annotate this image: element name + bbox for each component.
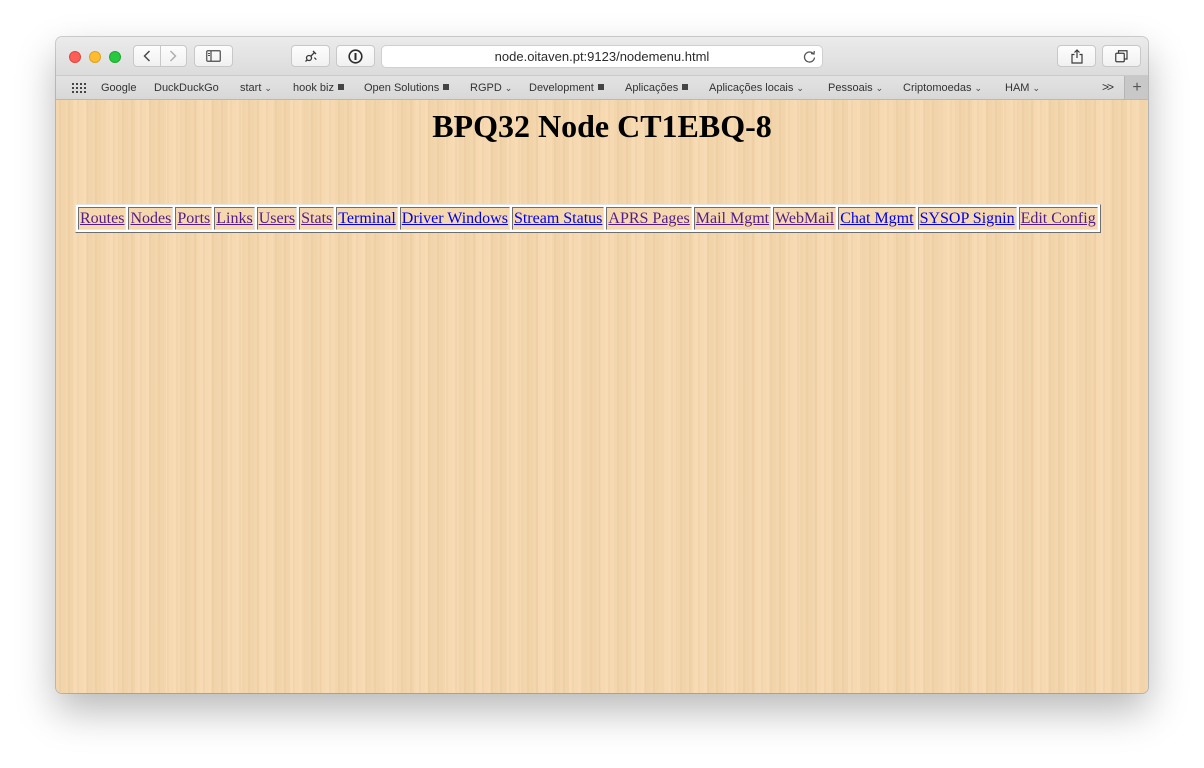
satellite-icon: [304, 50, 316, 62]
bookmarks-bar: Google DuckDuckGo start ⌄ hook biz Open S…: [56, 75, 1148, 100]
menu-link-aprs-pages[interactable]: APRS Pages: [608, 210, 689, 227]
bookmark-group-icon: [682, 84, 689, 90]
reload-icon[interactable]: [802, 49, 817, 64]
sidebar-button[interactable]: [194, 45, 233, 67]
tabs-overview-button[interactable]: [1102, 45, 1141, 67]
menu-link-nodes[interactable]: Nodes: [130, 210, 171, 227]
chevron-down-icon: ⌄: [504, 83, 513, 93]
chevron-down-icon: ⌄: [974, 83, 983, 93]
chevron-down-icon: ⌄: [875, 83, 884, 93]
tabs-overview-icon: [1115, 49, 1128, 62]
menu-link-stats[interactable]: Stats: [301, 210, 332, 227]
bookmark-aplicacoes[interactable]: Aplicações: [625, 81, 689, 95]
menu-cell: Routes: [78, 207, 127, 230]
chevron-right-icon: [170, 50, 177, 62]
bookmark-folder-start[interactable]: start ⌄: [240, 81, 272, 95]
menu-cell: Stream Status: [511, 207, 605, 230]
node-menu-row: Routes Nodes Ports Links Users Stats Ter…: [78, 207, 1098, 230]
menu-cell: Links: [214, 207, 255, 230]
menu-cell: Nodes: [128, 207, 174, 230]
menu-link-edit-config[interactable]: Edit Config: [1021, 210, 1096, 227]
page-title: BPQ32 Node CT1EBQ-8: [432, 108, 772, 144]
zoom-window-button[interactable]: [109, 51, 121, 63]
bookmark-google[interactable]: Google: [101, 81, 136, 95]
menu-cell: APRS Pages: [606, 207, 692, 230]
bookmark-folder-aplicacoes-locais[interactable]: Aplicações locais ⌄: [709, 81, 804, 95]
bookmark-folder-criptomoedas[interactable]: Criptomoedas ⌄: [903, 81, 982, 95]
chevron-left-icon: [143, 50, 150, 62]
more-bookmarks-button[interactable]: >>: [1102, 80, 1114, 94]
bookmark-duckduckgo[interactable]: DuckDuckGo: [154, 81, 219, 95]
node-menu-table: Routes Nodes Ports Links Users Stats Ter…: [75, 204, 1101, 233]
menu-cell: SYSOP Signin: [917, 207, 1017, 230]
minimize-window-button[interactable]: [89, 51, 101, 63]
menu-link-terminal[interactable]: Terminal: [338, 210, 396, 227]
menu-link-ports[interactable]: Ports: [177, 210, 210, 227]
menu-cell: Users: [256, 207, 298, 230]
menu-link-routes[interactable]: Routes: [80, 210, 124, 227]
share-icon: [1070, 48, 1083, 64]
menu-link-driver-windows[interactable]: Driver Windows: [402, 210, 508, 227]
menu-cell: Stats: [299, 207, 335, 230]
menu-cell: Edit Config: [1018, 207, 1098, 230]
bookmark-open-solutions[interactable]: Open Solutions: [364, 81, 450, 95]
bookmark-folder-pessoais[interactable]: Pessoais ⌄: [828, 81, 883, 95]
menu-link-mail-mgmt[interactable]: Mail Mgmt: [696, 210, 769, 227]
chevron-down-icon: ⌄: [264, 83, 272, 93]
bookmark-group-icon: [337, 84, 344, 90]
bookmark-folder-rgpd[interactable]: RGPD ⌄: [470, 81, 512, 95]
forward-button[interactable]: [159, 46, 187, 66]
chevron-down-icon: ⌄: [1032, 83, 1040, 93]
password-manager-icon: [348, 48, 363, 64]
address-bar[interactable]: node.oitaven.pt:9123/nodemenu.html: [381, 45, 823, 68]
url-text: node.oitaven.pt:9123/nodemenu.html: [494, 49, 710, 64]
menu-link-links[interactable]: Links: [216, 210, 252, 227]
titlebar: node.oitaven.pt:9123/nodemenu.html: [56, 37, 1148, 75]
bookmark-group-icon: [597, 84, 604, 90]
sidebar-icon: [206, 50, 221, 62]
menu-cell: Terminal: [336, 207, 398, 230]
extension-button[interactable]: [291, 45, 330, 67]
menu-cell: WebMail: [773, 207, 837, 230]
browser-window: node.oitaven.pt:9123/nodemenu.html Googl…: [56, 37, 1148, 693]
bookmark-group-icon: [443, 84, 450, 90]
menu-link-sysop-signin[interactable]: SYSOP Signin: [920, 210, 1015, 227]
menu-link-chat-mgmt[interactable]: Chat Mgmt: [840, 210, 913, 227]
menu-cell: Chat Mgmt: [838, 207, 916, 230]
apps-grid-icon[interactable]: [72, 83, 87, 93]
bookmark-folder-ham[interactable]: HAM ⌄: [1005, 81, 1040, 95]
chevron-down-icon: ⌄: [796, 83, 804, 93]
page-content: BPQ32 Node CT1EBQ-8 Routes Nodes Ports L…: [56, 100, 1148, 693]
menu-link-stream-status[interactable]: Stream Status: [514, 210, 602, 227]
menu-cell: Ports: [175, 207, 213, 230]
menu-cell: Mail Mgmt: [693, 207, 772, 230]
share-button[interactable]: [1057, 45, 1096, 67]
menu-cell: Driver Windows: [399, 207, 510, 230]
back-button[interactable]: [134, 46, 160, 66]
menu-link-users[interactable]: Users: [259, 210, 295, 227]
password-manager-button[interactable]: [336, 45, 375, 67]
menu-link-webmail[interactable]: WebMail: [775, 210, 834, 227]
bookmark-hook-biz[interactable]: hook biz: [293, 81, 344, 95]
history-nav: [133, 45, 187, 67]
close-window-button[interactable]: [69, 51, 81, 63]
bookmark-development[interactable]: Development: [529, 81, 604, 95]
new-tab-button[interactable]: +: [1124, 76, 1148, 99]
